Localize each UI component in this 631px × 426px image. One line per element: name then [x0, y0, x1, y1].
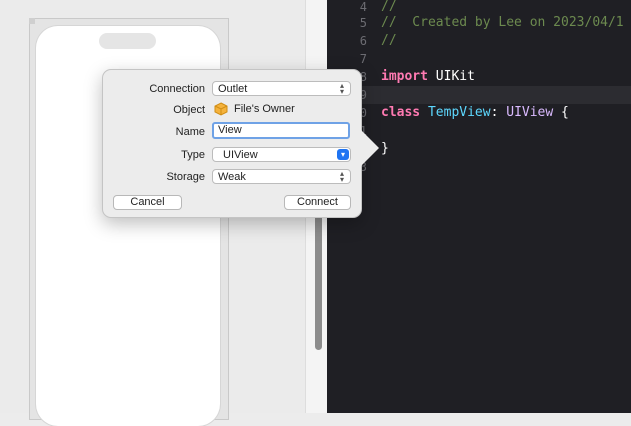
line-number: 7: [359, 52, 367, 66]
type-label: Type: [181, 149, 205, 161]
code-text: // Created by Lee on 2023/04/1: [381, 14, 624, 32]
object-value: File's Owner: [234, 103, 295, 115]
chevron-down-icon[interactable]: ▾: [337, 149, 349, 160]
code-line[interactable]: 7: [327, 50, 631, 68]
connection-popup[interactable]: Outlet ▴ ▾: [212, 81, 351, 96]
popover-arrow: [359, 128, 379, 168]
code-text: class TempView: UIView {: [381, 104, 569, 122]
storage-value: Weak: [218, 171, 246, 183]
cancel-button[interactable]: Cancel: [113, 195, 182, 210]
code-token: UIView: [506, 105, 554, 120]
device-notch: [99, 33, 156, 49]
connection-value: Outlet: [218, 83, 248, 95]
code-token: import: [381, 69, 428, 84]
object-label: Object: [173, 104, 205, 116]
code-text: //: [381, 32, 397, 50]
up-down-arrows-icon: ▴ ▾: [339, 81, 344, 96]
code-token: TempView: [427, 105, 491, 120]
connection-label: Connection: [149, 83, 205, 95]
up-down-arrows-icon: ▴ ▾: [339, 169, 344, 184]
code-token: //: [381, 0, 397, 14]
cube-icon: [214, 102, 228, 116]
resize-handle[interactable]: [29, 18, 35, 24]
code-line[interactable]: 8 import UIKit: [327, 68, 631, 86]
name-field[interactable]: View: [212, 122, 350, 139]
code-token: {: [553, 105, 569, 120]
code-line[interactable]: 5 // Created by Lee on 2023/04/1: [327, 14, 631, 32]
code-line[interactable]: 6 //: [327, 32, 631, 50]
code-token: // Created by Lee on 2023/04/1: [381, 15, 624, 30]
type-value: UIView: [223, 149, 258, 161]
code-line[interactable]: 10class TempView: UIView {: [327, 104, 631, 122]
code-text: }: [381, 140, 389, 158]
line-number: 5: [359, 16, 367, 30]
code-token: :: [490, 105, 507, 120]
storage-label: Storage: [166, 171, 205, 183]
code-text: import UIKit: [381, 68, 475, 86]
storage-popup[interactable]: Weak ▴ ▾: [212, 169, 351, 184]
code-token: class: [381, 105, 421, 120]
type-combo-box[interactable]: UIView ▾: [212, 147, 351, 162]
code-token: }: [381, 141, 389, 156]
name-label: Name: [175, 126, 205, 138]
code-line[interactable]: 9: [327, 86, 631, 104]
code-token: UIKit: [427, 69, 475, 84]
code-editor[interactable]: 4//5// Created by Lee on 2023/04/1 6//7 8 i…: [327, 0, 631, 413]
connect-button[interactable]: Connect: [284, 195, 351, 210]
code-token: //: [381, 33, 397, 48]
line-number: 6: [359, 34, 367, 48]
